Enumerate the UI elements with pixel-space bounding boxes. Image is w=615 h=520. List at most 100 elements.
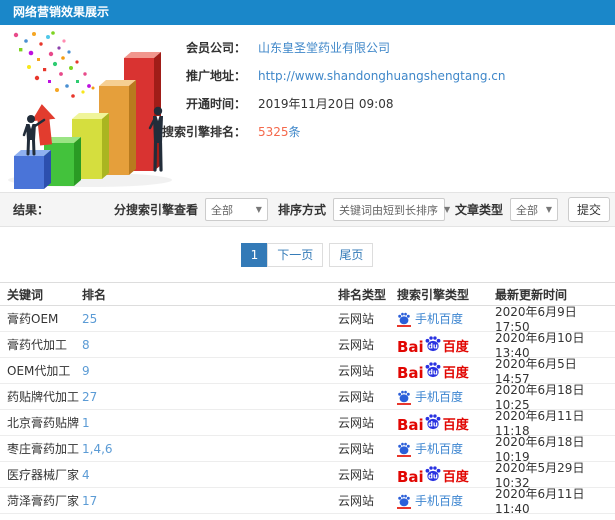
svg-text:du: du	[428, 368, 438, 376]
engine-select[interactable]: 全部 ▼	[204, 198, 268, 221]
open-time-value: 2019年11月20日 09:08	[258, 97, 394, 111]
svg-text:du: du	[428, 342, 438, 350]
page-title: 网络营销效果展示	[13, 5, 110, 19]
baidu-logo: Bai du 百度	[397, 464, 469, 485]
updated-cell: 2020年6月11日 11:40	[495, 487, 585, 516]
chevron-down-icon: ▼	[545, 205, 552, 214]
baidu-logo-bai: Bai	[397, 468, 424, 486]
col-header-keyword: 关键词	[7, 287, 44, 302]
baidu-paw-icon	[397, 311, 411, 327]
keyword-cell: 枣庄膏药加工	[7, 442, 80, 456]
baidu-logo-cn: 百度	[442, 470, 469, 485]
svg-text:du: du	[428, 420, 438, 428]
next-page-button[interactable]: 下一页	[267, 243, 324, 267]
baidu-paw-icon	[397, 493, 411, 509]
keyword-cell: 菏泽膏药厂家	[7, 494, 80, 508]
page: 网络营销效果展示 会员公司： 山东皇圣堂药业有限公司 推广地址： http://…	[0, 0, 615, 520]
baidu-logo-cn: 百度	[442, 418, 469, 433]
baidu-paw-icon	[397, 389, 411, 405]
baidu-paw-icon: du	[424, 412, 442, 430]
rank-type-cell: 云网站	[338, 390, 375, 404]
engine-name-label: 手机百度	[415, 442, 464, 456]
baidu-logo: Bai du 百度	[397, 334, 469, 355]
keyword-cell: 医疗器械厂家	[7, 468, 80, 482]
mobile-baidu-badge: 手机百度	[397, 388, 463, 405]
rank-link[interactable]: 27	[82, 390, 97, 404]
engine-rank-row: 搜索引擎排名： 5325条	[162, 123, 615, 140]
engine-cell: Bai du 百度	[397, 464, 495, 485]
rank-type-cell: 云网站	[338, 494, 375, 508]
bar-chart-illustration-svg	[8, 31, 172, 189]
engine-cell: 手机百度	[397, 440, 495, 457]
company-link[interactable]: 山东皇圣堂药业有限公司	[258, 39, 390, 56]
rank-type-cell: 云网站	[338, 442, 375, 456]
baidu-logo-cn: 百度	[442, 340, 469, 355]
engine-cell: Bai du 百度	[397, 360, 495, 381]
baidu-paw-icon: du	[424, 464, 442, 482]
keyword-cell: 北京膏药贴牌	[7, 416, 80, 430]
promo-url-row: 推广地址： http://www.shandonghuangshengtang.…	[162, 67, 615, 84]
mobile-baidu-badge: 手机百度	[397, 310, 463, 327]
article-type-select-value: 全部	[515, 203, 538, 217]
engine-cell: 手机百度	[397, 388, 495, 405]
filter-controls: 分搜索引擎查看 全部 ▼ 排序方式 关键词由短到长排序 ▼ 文章类型 全部 ▼ …	[114, 197, 610, 222]
engine-cell: 手机百度	[397, 310, 495, 327]
sort-select[interactable]: 关键词由短到长排序 ▼	[332, 198, 450, 221]
engine-select-value: 全部	[210, 203, 233, 217]
article-type-label: 文章类型	[454, 203, 503, 217]
rank-type-cell: 云网站	[338, 312, 375, 326]
engine-name-label: 手机百度	[415, 312, 464, 326]
rank-type-cell: 云网站	[338, 364, 375, 378]
baidu-logo-cn: 百度	[442, 366, 469, 381]
engine-cell: Bai du 百度	[397, 412, 495, 433]
rank-link[interactable]: 4	[82, 468, 90, 482]
col-header-rank: 排名	[82, 287, 107, 302]
keyword-cell: OEM代加工	[7, 364, 71, 378]
keyword-cell: 膏药代加工	[7, 338, 68, 352]
result-label: 结果：	[13, 203, 50, 217]
results-table: 关键词 排名 排名类型 搜索引擎类型 最新更新时间 膏药OEM 25 云网站 手…	[0, 282, 615, 516]
bar-chart-illustration	[2, 27, 180, 191]
summary-section: 会员公司： 山东皇圣堂药业有限公司 推广地址： http://www.shand…	[0, 25, 615, 192]
keyword-cell: 药贴牌代加工	[7, 390, 80, 404]
engine-name-label: 手机百度	[415, 390, 464, 404]
filter-bar: 结果： 分搜索引擎查看 全部 ▼ 排序方式 关键词由短到长排序 ▼ 文章类型 全…	[0, 192, 615, 227]
sort-filter-label: 排序方式	[277, 203, 326, 217]
baidu-logo-bai: Bai	[397, 364, 424, 382]
rank-link[interactable]: 1,4,6	[82, 442, 113, 456]
baidu-paw-icon	[397, 441, 411, 457]
engine-name-label: 手机百度	[415, 494, 464, 508]
engine-filter-label: 分搜索引擎查看	[113, 203, 198, 217]
article-type-select[interactable]: 全部 ▼	[509, 198, 558, 221]
rank-type-cell: 云网站	[338, 416, 375, 430]
promo-url-link[interactable]: http://www.shandonghuangshengtang.cn	[258, 69, 505, 83]
chevron-down-icon: ▼	[443, 205, 451, 214]
submit-button[interactable]: 提交	[567, 197, 610, 222]
rank-link[interactable]: 1	[82, 416, 90, 430]
rank-type-cell: 云网站	[338, 338, 375, 352]
rank-link[interactable]: 17	[82, 494, 97, 508]
engine-rank-unit-link[interactable]: 条	[289, 125, 301, 139]
rank-link[interactable]: 9	[82, 364, 90, 378]
company-row: 会员公司： 山东皇圣堂药业有限公司	[162, 39, 615, 56]
baidu-logo-bai: Bai	[397, 416, 424, 434]
engine-cell: Bai du 百度	[397, 334, 495, 355]
mobile-baidu-badge: 手机百度	[397, 492, 463, 509]
engine-rank-count: 5325	[258, 125, 289, 139]
keyword-cell: 膏药OEM	[7, 312, 59, 326]
baidu-logo: Bai du 百度	[397, 360, 469, 381]
sort-select-value: 关键词由短到长排序	[338, 203, 438, 217]
mobile-baidu-badge: 手机百度	[397, 440, 463, 457]
col-header-engine-type: 搜索引擎类型	[397, 287, 470, 302]
confetti-dots	[13, 31, 95, 98]
open-time-row: 开通时间： 2019年11月20日 09:08	[162, 95, 615, 112]
last-page-button[interactable]: 尾页	[329, 243, 374, 267]
baidu-paw-icon: du	[424, 334, 442, 352]
page-1-button[interactable]: 1	[240, 243, 269, 267]
rank-type-cell: 云网站	[338, 468, 375, 482]
engine-cell: 手机百度	[397, 492, 495, 509]
app-header: 网络营销效果展示	[0, 0, 615, 25]
rank-link[interactable]: 8	[82, 338, 90, 352]
col-header-rank-type: 排名类型	[338, 287, 387, 302]
rank-link[interactable]: 25	[82, 312, 97, 326]
